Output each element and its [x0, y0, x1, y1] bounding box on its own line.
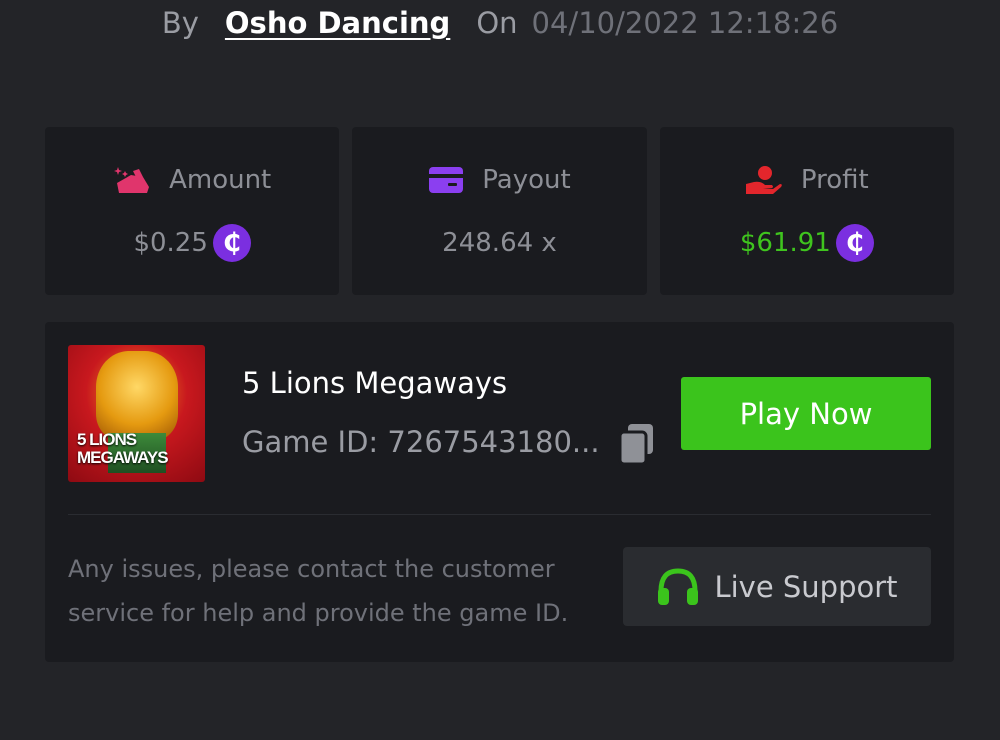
by-label: By: [161, 6, 199, 40]
bet-datetime: 04/10/2022 12:18:26: [531, 6, 839, 40]
lion-statue-image: [96, 351, 178, 441]
support-help-text: Any issues, please contact the customer …: [68, 555, 569, 627]
on-label: On: [476, 6, 518, 40]
bet-stats: Amount $0.25 ₵ Payout 248.64 x Profit $6…: [45, 127, 954, 295]
profit-value: $61.91: [739, 228, 831, 258]
amount-label: Amount: [169, 165, 272, 195]
profit-card: Profit $61.91 ₵: [659, 127, 954, 295]
payout-card: Payout 248.64 x: [352, 127, 647, 295]
payout-value: 248.64 x: [442, 228, 557, 258]
divider: [68, 514, 931, 515]
game-logo: 5 LIONS MEGAWAYS: [77, 430, 169, 467]
game-card: 5 LIONS MEGAWAYS 5 Lions Megaways Game I…: [45, 322, 954, 662]
card-icon: [429, 167, 464, 193]
amount-value: $0.25: [133, 228, 208, 258]
amount-card: Amount $0.25 ₵: [45, 127, 340, 295]
game-title[interactable]: 5 Lions Megaways: [242, 366, 507, 400]
game-thumbnail[interactable]: 5 LIONS MEGAWAYS: [68, 345, 205, 482]
bet-byline: By Osho Dancing On 04/10/2022 12:18:26: [0, 3, 1000, 43]
author-link[interactable]: Osho Dancing: [225, 6, 450, 40]
play-now-button[interactable]: Play Now: [681, 377, 931, 450]
coin-icon: ₵: [212, 224, 251, 262]
hand-profit-icon: [745, 166, 782, 194]
profit-label: Profit: [800, 165, 869, 195]
headset-icon: [658, 567, 699, 605]
copy-icon[interactable]: [617, 422, 657, 466]
live-support-label: Live Support: [714, 569, 898, 604]
coin-icon: ₵: [835, 224, 874, 262]
payout-label: Payout: [482, 165, 571, 195]
game-id: Game ID: 7267543180...: [242, 425, 600, 459]
live-support-button[interactable]: Live Support: [623, 547, 931, 626]
bet-amount-icon: [114, 167, 150, 193]
